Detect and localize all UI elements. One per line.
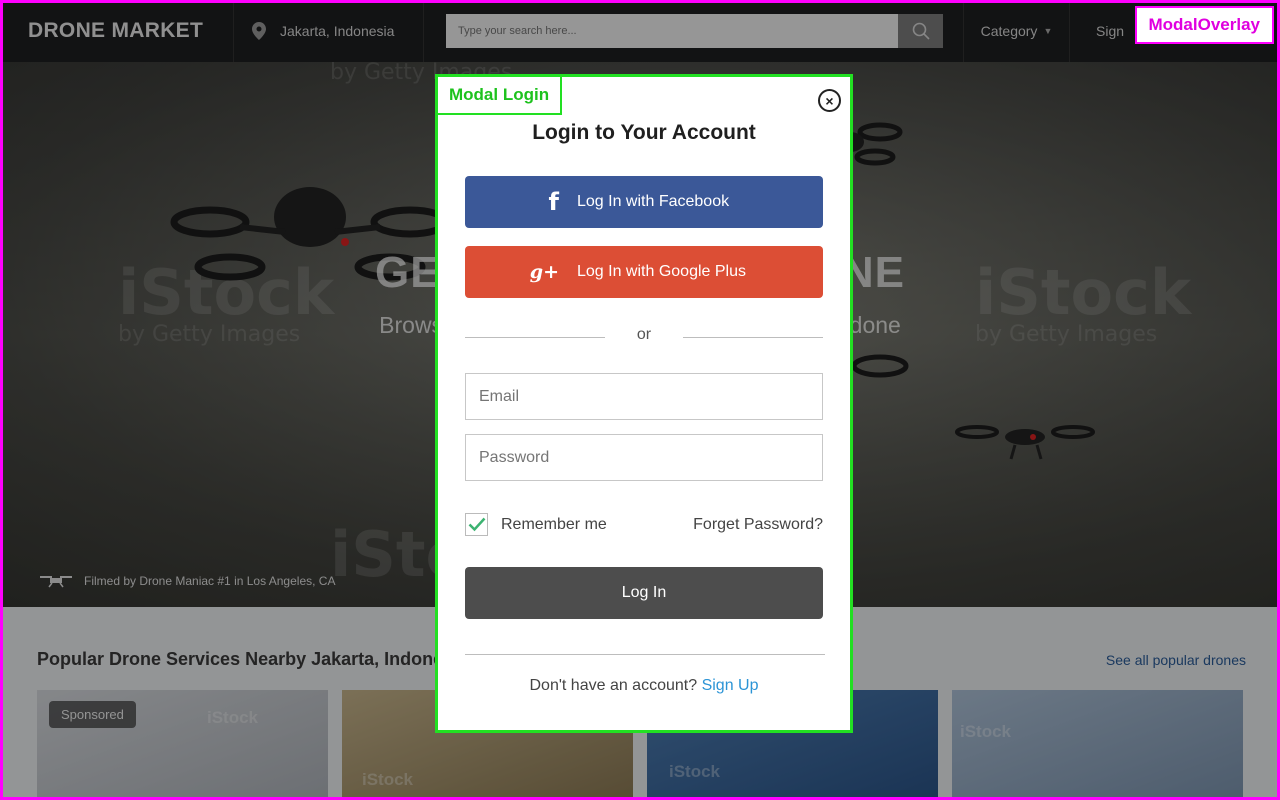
facebook-login-label: Log In with Facebook: [577, 193, 730, 210]
google-plus-icon: g+: [529, 261, 559, 283]
modal-overlay[interactable]: ModalOverlay Modal Login × Login to Your…: [0, 0, 1280, 800]
forgot-password-link[interactable]: Forget Password?: [693, 516, 823, 534]
email-field[interactable]: [465, 373, 823, 420]
password-field[interactable]: [465, 434, 823, 481]
modal-title: Login to Your Account: [532, 121, 756, 144]
google-login-label: Log In with Google Plus: [577, 263, 746, 280]
google-login-button[interactable]: g+ Log In with Google Plus: [465, 246, 823, 298]
check-icon: [468, 517, 485, 532]
close-button[interactable]: ×: [818, 89, 841, 112]
signup-prompt: Don't have an account? Sign Up: [438, 677, 850, 695]
modal-label: Modal Login: [438, 77, 563, 115]
close-icon: ×: [825, 92, 834, 109]
remember-label: Remember me: [501, 515, 607, 533]
signup-prompt-text: Don't have an account?: [529, 677, 702, 694]
remember-me[interactable]: Remember me: [465, 513, 607, 536]
login-button[interactable]: Log In: [465, 567, 823, 619]
signup-link[interactable]: Sign Up: [702, 677, 759, 694]
remember-checkbox[interactable]: [465, 513, 488, 536]
divider-text: or: [636, 326, 652, 343]
bottom-divider: [465, 654, 825, 655]
login-modal: Modal Login × Login to Your Account f Lo…: [435, 74, 853, 733]
overlay-label: ModalOverlay: [1134, 6, 1274, 44]
facebook-login-button[interactable]: f Log In with Facebook: [465, 176, 823, 228]
facebook-icon: f: [548, 188, 559, 216]
or-divider: or: [465, 325, 823, 349]
divider-line: [683, 337, 823, 338]
